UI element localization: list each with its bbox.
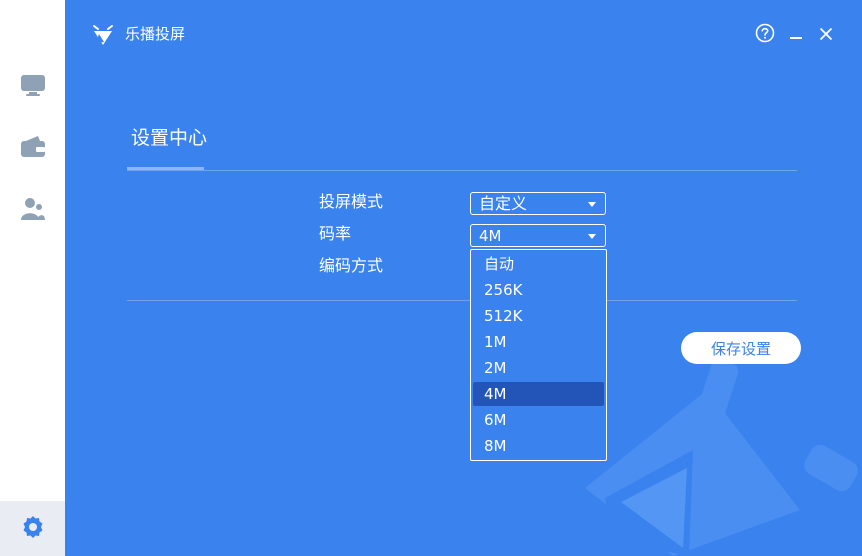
screencast-mode-select[interactable]: 自定义 [470,192,606,215]
divider-top [127,170,797,171]
help-button[interactable] [754,23,776,47]
sidebar-item-users[interactable] [0,186,65,236]
save-settings-button[interactable]: 保存设置 [681,332,801,364]
bitrate-option-selected[interactable]: 4M [473,382,604,406]
close-button[interactable] [815,24,837,46]
caret-down-icon [588,234,596,239]
close-icon [819,26,833,45]
app-logo [92,24,114,50]
bitrate-option[interactable]: 2M [473,356,604,380]
bitrate-option[interactable]: 6M [473,408,604,432]
help-circle-icon [755,23,775,47]
caret-down-icon [588,202,596,207]
main-panel: 乐播投屏 设置中心 投屏模式 自定义 码率 4M 编码方式 保存设置 自动 25… [65,0,862,556]
users-icon [20,197,46,225]
gear-icon [21,515,45,543]
bitrate-value: 4M [479,227,502,245]
sidebar-item-settings[interactable] [0,501,65,556]
page-title: 设置中心 [131,127,208,149]
title-bar: 乐播投屏 [65,0,862,70]
sidebar [0,0,65,556]
minimize-icon [789,26,803,45]
monitor-icon [20,73,46,101]
bitrate-option[interactable]: 512K [473,304,604,328]
wallet-icon [20,135,46,163]
sidebar-item-screen[interactable] [0,62,65,112]
bitrate-option[interactable]: 1M [473,330,604,354]
divider-bottom [127,300,797,301]
bitrate-label: 码率 [319,224,352,243]
encoding-label: 编码方式 [319,256,384,275]
bitrate-option[interactable]: 自动 [473,252,604,276]
bitrate-option[interactable]: 8M [473,434,604,458]
app-title: 乐播投屏 [125,25,186,43]
bitrate-select[interactable]: 4M [470,224,606,247]
sidebar-item-wallet[interactable] [0,124,65,174]
bitrate-option[interactable]: 256K [473,278,604,302]
watermark-logo [585,359,862,556]
bitrate-dropdown: 自动 256K 512K 1M 2M 4M 6M 8M [470,249,607,461]
minimize-button[interactable] [785,24,807,46]
screencast-mode-label: 投屏模式 [319,192,384,211]
screencast-mode-value: 自定义 [479,194,528,213]
